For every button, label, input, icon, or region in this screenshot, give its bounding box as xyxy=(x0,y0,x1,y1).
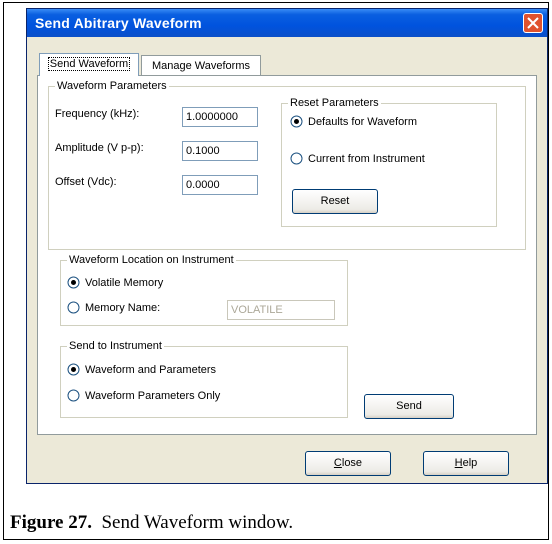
memory-name-radio[interactable] xyxy=(67,301,80,314)
reset-parameters-group: Reset Parameters Defaults for Waveform C… xyxy=(281,96,497,227)
send-button[interactable]: Send xyxy=(364,394,454,419)
reset-parameters-legend: Reset Parameters xyxy=(288,96,381,110)
offset-label: Offset (Vdc): xyxy=(55,176,117,188)
window-title: Send Abitrary Waveform xyxy=(35,15,202,31)
waveform-parameters-group: Waveform Parameters Frequency (kHz): 1.0… xyxy=(48,79,526,250)
waveform-parameters-only-radio[interactable] xyxy=(67,389,80,402)
volatile-memory-radio[interactable] xyxy=(67,276,80,289)
frequency-label: Frequency (kHz): xyxy=(55,108,140,120)
amplitude-label: Amplitude (V p-p): xyxy=(55,142,144,154)
send-to-instrument-legend: Send to Instrument xyxy=(67,339,164,353)
caption-figure-label: Figure 27. xyxy=(10,512,92,533)
defaults-for-waveform-radio[interactable] xyxy=(290,115,303,128)
reset-button[interactable]: Reset xyxy=(292,189,378,214)
waveform-location-group: Waveform Location on Instrument Volatile… xyxy=(60,253,348,326)
waveform-and-parameters-radio[interactable] xyxy=(67,363,80,376)
help-button[interactable]: Help xyxy=(423,451,509,476)
offset-field[interactable]: 0.0000 xyxy=(182,175,258,195)
tab-send-waveform-label: Send Waveform xyxy=(47,57,131,71)
tab-manage-waveforms[interactable]: Manage Waveforms xyxy=(141,55,261,76)
close-button[interactable]: Close xyxy=(305,451,391,476)
tab-manage-waveforms-label: Manage Waveforms xyxy=(151,60,251,72)
current-from-instrument-label[interactable]: Current from Instrument xyxy=(308,152,425,166)
help-mnemonic: H xyxy=(454,457,463,469)
volatile-memory-label[interactable]: Volatile Memory xyxy=(85,276,163,290)
waveform-location-legend: Waveform Location on Instrument xyxy=(67,253,236,267)
close-mnemonic: C xyxy=(333,457,342,469)
title-bar[interactable]: Send Abitrary Waveform xyxy=(27,9,547,37)
frequency-field[interactable]: 1.0000000 xyxy=(182,107,258,127)
amplitude-field[interactable]: 0.1000 xyxy=(182,141,258,161)
close-label-rest: lose xyxy=(341,457,363,469)
waveform-parameters-only-label[interactable]: Waveform Parameters Only xyxy=(85,389,220,403)
memory-name-label[interactable]: Memory Name: xyxy=(85,301,160,315)
help-label-rest: elp xyxy=(462,457,478,469)
current-from-instrument-radio[interactable] xyxy=(290,152,303,165)
tab-send-waveform[interactable]: Send Waveform xyxy=(39,53,139,76)
close-x-icon xyxy=(527,17,539,29)
close-window-button[interactable] xyxy=(523,13,543,33)
waveform-and-parameters-label[interactable]: Waveform and Parameters xyxy=(85,363,216,377)
tab-panel: Waveform Parameters Frequency (kHz): 1.0… xyxy=(37,75,537,435)
waveform-parameters-legend: Waveform Parameters xyxy=(55,79,169,93)
caption-text: Send Waveform window. xyxy=(101,512,294,533)
send-waveform-dialog: Send Abitrary Waveform Send Waveform Man… xyxy=(26,8,548,484)
figure-caption: Figure 27. Send Waveform window. xyxy=(10,512,293,534)
memory-name-field[interactable]: VOLATILE xyxy=(227,300,335,320)
send-to-instrument-group: Send to Instrument Waveform and Paramete… xyxy=(60,339,348,418)
defaults-for-waveform-label[interactable]: Defaults for Waveform xyxy=(308,115,417,129)
